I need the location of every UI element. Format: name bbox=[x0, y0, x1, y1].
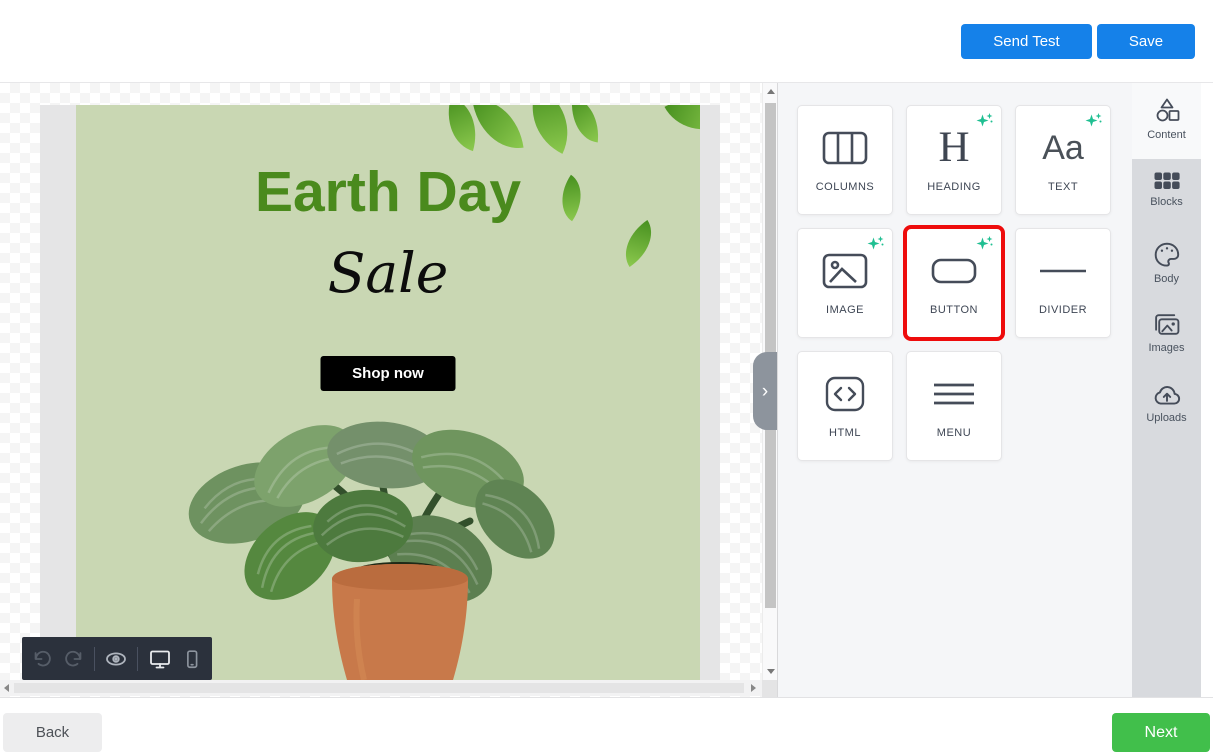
top-bar: Send Test Save bbox=[0, 0, 1213, 83]
tile-label: HTML bbox=[829, 427, 861, 439]
desktop-icon bbox=[148, 647, 172, 671]
plant-image bbox=[185, 421, 565, 680]
preview-button[interactable] bbox=[104, 647, 128, 671]
canvas-toolbar bbox=[22, 637, 212, 680]
divider-icon bbox=[1039, 268, 1087, 274]
preview-eye-icon bbox=[104, 647, 128, 671]
columns-icon bbox=[822, 131, 868, 165]
email-preview-frame[interactable]: Earth Day Sale Shop now bbox=[40, 105, 720, 680]
next-button[interactable]: Next bbox=[1112, 713, 1210, 752]
horizontal-scrollbar[interactable] bbox=[0, 680, 762, 696]
ai-sparkle-icon bbox=[867, 235, 885, 253]
toolbar-divider bbox=[137, 647, 138, 671]
mobile-icon bbox=[181, 648, 203, 670]
sidebar-tabs: Content Blocks Body Images Uploads bbox=[1132, 83, 1201, 697]
tab-label: Images bbox=[1148, 342, 1184, 354]
block-tile-columns[interactable]: COLUMNS bbox=[797, 105, 893, 215]
tile-label: COLUMNS bbox=[816, 181, 875, 193]
shop-now-button[interactable]: Shop now bbox=[321, 356, 456, 391]
tab-label: Content bbox=[1147, 129, 1186, 141]
scroll-up-arrow-icon[interactable] bbox=[767, 89, 775, 94]
images-icon bbox=[1153, 311, 1181, 337]
redo-button[interactable] bbox=[63, 648, 85, 670]
tile-label: BUTTON bbox=[930, 304, 978, 316]
tab-images[interactable]: Images bbox=[1132, 311, 1201, 354]
redo-icon bbox=[63, 648, 85, 670]
email-script-heading[interactable]: Sale bbox=[76, 241, 700, 305]
save-button[interactable]: Save bbox=[1097, 24, 1195, 59]
leaf-decoration bbox=[472, 105, 523, 154]
tab-content[interactable]: Content bbox=[1132, 96, 1201, 141]
tab-label: Body bbox=[1154, 273, 1179, 285]
ai-sparkle-icon bbox=[976, 112, 994, 130]
block-tile-heading[interactable]: H HEADING bbox=[906, 105, 1002, 215]
tile-label: HEADING bbox=[927, 181, 981, 193]
block-tile-text[interactable]: Aa TEXT bbox=[1015, 105, 1111, 215]
tile-label: IMAGE bbox=[826, 304, 864, 316]
tile-label: DIVIDER bbox=[1039, 304, 1087, 316]
leaf-decoration bbox=[568, 105, 602, 142]
block-tile-grid: COLUMNS H HEADING Aa TEXT IMAGE bbox=[797, 105, 1111, 461]
scroll-down-arrow-icon[interactable] bbox=[767, 669, 775, 674]
block-tile-menu[interactable]: MENU bbox=[906, 351, 1002, 461]
ai-sparkle-icon bbox=[976, 235, 994, 253]
tile-label: TEXT bbox=[1048, 181, 1078, 193]
undo-button[interactable] bbox=[31, 648, 53, 670]
upload-cloud-icon bbox=[1152, 383, 1182, 407]
desktop-view-button[interactable] bbox=[148, 647, 172, 671]
tab-label: Uploads bbox=[1146, 412, 1186, 424]
horizontal-scrollbar-thumb[interactable] bbox=[14, 683, 744, 693]
send-test-button[interactable]: Send Test bbox=[961, 24, 1092, 59]
toolbar-divider bbox=[94, 647, 95, 671]
text-icon: Aa bbox=[1042, 128, 1084, 168]
button-icon bbox=[931, 257, 977, 285]
tab-blocks[interactable]: Blocks bbox=[1132, 171, 1201, 208]
shapes-icon bbox=[1153, 96, 1181, 124]
scroll-right-arrow-icon[interactable] bbox=[751, 684, 756, 692]
blocks-grid-icon bbox=[1153, 171, 1181, 191]
scrollbar-corner bbox=[762, 680, 777, 697]
scroll-left-arrow-icon[interactable] bbox=[4, 684, 9, 692]
content-blocks-panel: COLUMNS H HEADING Aa TEXT IMAGE bbox=[777, 83, 1132, 697]
block-tile-divider[interactable]: DIVIDER bbox=[1015, 228, 1111, 338]
html-icon bbox=[823, 375, 867, 413]
panel-collapse-handle[interactable]: › bbox=[753, 352, 777, 430]
tab-uploads[interactable]: Uploads bbox=[1132, 383, 1201, 424]
bottom-bar: Back Next bbox=[0, 697, 1213, 755]
block-tile-html[interactable]: HTML bbox=[797, 351, 893, 461]
tab-body[interactable]: Body bbox=[1132, 241, 1201, 285]
email-heading[interactable]: Earth Day bbox=[76, 159, 700, 225]
menu-icon bbox=[933, 381, 975, 407]
tab-label: Blocks bbox=[1150, 196, 1182, 208]
tile-label: MENU bbox=[937, 427, 971, 439]
leaf-decoration bbox=[664, 105, 700, 146]
mobile-view-button[interactable] bbox=[181, 648, 203, 670]
image-icon bbox=[822, 253, 868, 289]
chevron-right-icon: › bbox=[762, 382, 768, 401]
heading-icon: H bbox=[938, 128, 969, 168]
back-button[interactable]: Back bbox=[3, 713, 102, 752]
ai-sparkle-icon bbox=[1085, 112, 1103, 130]
block-tile-image[interactable]: IMAGE bbox=[797, 228, 893, 338]
palette-icon bbox=[1153, 241, 1181, 268]
email-body[interactable]: Earth Day Sale Shop now bbox=[76, 105, 700, 680]
block-tile-button[interactable]: BUTTON bbox=[906, 228, 1002, 338]
main-area: Earth Day Sale Shop now bbox=[0, 83, 1213, 697]
design-canvas[interactable]: Earth Day Sale Shop now bbox=[0, 83, 777, 697]
undo-icon bbox=[31, 648, 53, 670]
